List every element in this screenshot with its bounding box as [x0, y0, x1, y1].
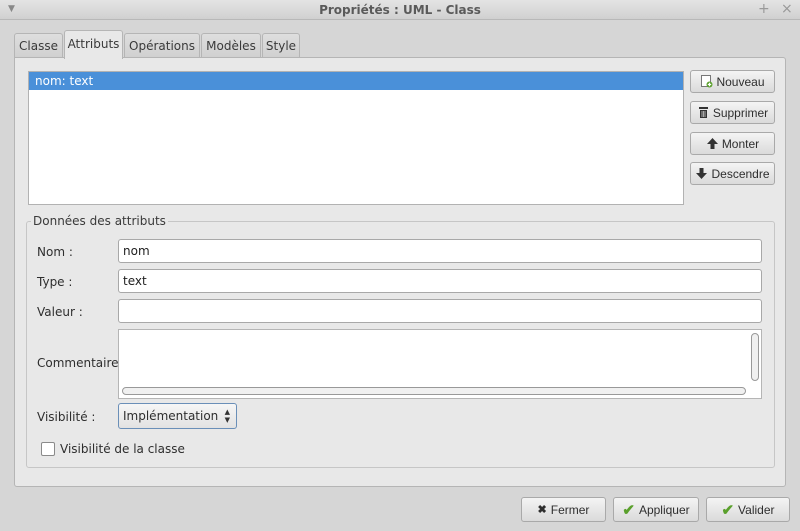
arrow-down-icon	[695, 167, 708, 180]
visibility-select[interactable]: Implémentation ▲ ▼	[118, 403, 237, 429]
tab-style[interactable]: Style	[262, 33, 300, 59]
close-icon: ✖	[537, 504, 547, 516]
vertical-scrollbar[interactable]	[751, 333, 759, 381]
close-window-icon[interactable]: ×	[781, 1, 793, 17]
attributes-list[interactable]: nom: text	[28, 71, 684, 205]
spin-arrows-icon: ▲ ▼	[224, 408, 230, 424]
type-field[interactable]: text	[118, 269, 762, 293]
maximize-icon[interactable]: +	[758, 1, 770, 17]
checkmark-icon: ✔	[622, 501, 635, 519]
delete-button-label: Supprimer	[712, 105, 769, 120]
ok-button[interactable]: ✔ Valider	[706, 497, 790, 522]
name-label: Nom :	[37, 245, 73, 259]
new-item-icon	[700, 75, 713, 88]
move-down-button[interactable]: Descendre	[690, 162, 775, 185]
title-bar: ▼ Propriétés : UML - Class + ×	[0, 0, 800, 20]
new-button-label: Nouveau	[716, 74, 765, 89]
checkmark-icon: ✔	[721, 501, 735, 519]
visibility-label: Visibilité :	[37, 410, 96, 424]
list-item[interactable]: nom: text	[29, 72, 683, 90]
class-scope-checkbox[interactable]	[41, 442, 55, 456]
up-button-label: Monter	[721, 136, 760, 151]
window-title: Propriétés : UML - Class	[319, 3, 481, 17]
move-up-button[interactable]: Monter	[690, 132, 775, 155]
group-legend: Données des attributs	[33, 214, 166, 228]
down-button-label: Descendre	[711, 166, 770, 181]
value-field[interactable]	[118, 299, 762, 323]
ok-button-label: Valider	[738, 502, 775, 517]
comment-label: Commentaire :	[37, 356, 127, 370]
tab-modeles[interactable]: Modèles	[201, 33, 261, 59]
trash-icon	[697, 106, 710, 119]
apply-button[interactable]: ✔ Appliquer	[613, 497, 699, 522]
value-label: Valeur :	[37, 305, 83, 319]
name-field[interactable]: nom	[118, 239, 762, 263]
tab-classe[interactable]: Classe	[14, 33, 63, 59]
class-scope-label: Visibilité de la classe	[60, 442, 185, 456]
tab-attributs[interactable]: Attributs	[64, 30, 123, 59]
visibility-value: Implémentation	[123, 409, 219, 423]
comment-text	[119, 330, 761, 336]
apply-button-label: Appliquer	[638, 502, 690, 517]
new-attribute-button[interactable]: Nouveau	[690, 70, 775, 93]
close-button-label: Fermer	[550, 502, 590, 517]
arrow-up-icon	[706, 137, 719, 150]
close-button[interactable]: ✖ Fermer	[521, 497, 606, 522]
type-label: Type :	[37, 275, 73, 289]
delete-attribute-button[interactable]: Supprimer	[690, 101, 775, 124]
horizontal-scrollbar[interactable]	[122, 387, 746, 395]
attributes-panel: nom: text Nouveau Supprimer Monter Desce…	[14, 57, 786, 487]
tab-operations[interactable]: Opérations	[124, 33, 200, 59]
comment-textarea[interactable]	[118, 329, 762, 399]
